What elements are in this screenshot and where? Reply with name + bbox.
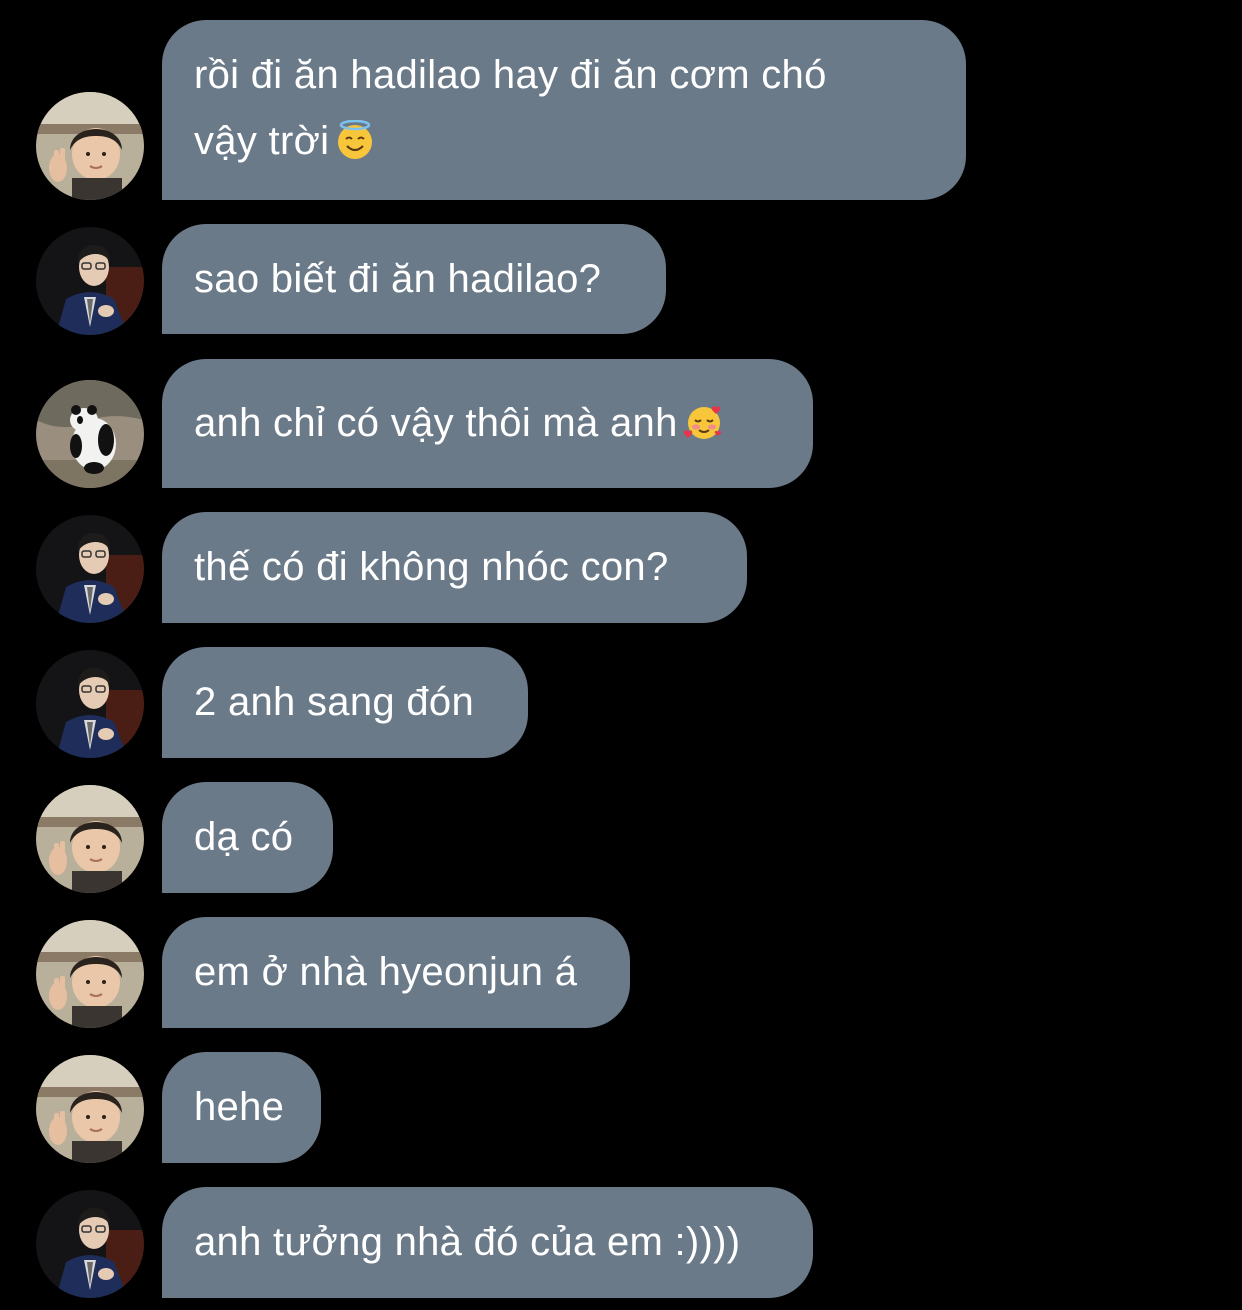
kid-avatar[interactable] [36,785,144,893]
smiling-face-with-hearts-icon [684,402,724,442]
kid-avatar[interactable] [36,1055,144,1163]
message-bubble[interactable]: hehe [162,1052,321,1163]
message-bubble[interactable]: anh chỉ có vậy thôi mà anh [162,359,813,488]
message-bubble[interactable]: thế có đi không nhóc con? [162,512,747,623]
chat-thread: rồi đi ăn hadilao hay đi ăn cơm chó vậy … [0,0,1242,1310]
message-bubble[interactable]: dạ có [162,782,333,893]
suit-avatar[interactable] [36,515,144,623]
message-bubble[interactable]: em ở nhà hyeonjun á [162,917,630,1028]
message-bubble[interactable]: sao biết đi ăn hadilao? [162,224,666,334]
message-text: hehe [194,1085,285,1129]
message-text: anh tưởng nhà đó của em :)))) [194,1220,741,1264]
panda-avatar[interactable] [36,380,144,488]
message-bubble[interactable]: anh tưởng nhà đó của em :)))) [162,1187,813,1298]
suit-avatar[interactable] [36,227,144,335]
message-text: em ở nhà hyeonjun á [194,950,578,994]
message-text: 2 anh sang đón [194,680,475,724]
message-bubble[interactable]: rồi đi ăn hadilao hay đi ăn cơm chó vậy … [162,20,966,200]
message-text: anh chỉ có vậy thôi mà anh [194,401,678,445]
kid-avatar[interactable] [36,920,144,1028]
smiling-face-with-halo-icon [335,120,375,160]
suit-avatar[interactable] [36,650,144,758]
suit-avatar[interactable] [36,1190,144,1298]
message-text: dạ có [194,815,294,859]
message-text: rồi đi ăn hadilao hay đi ăn cơm chó [194,53,827,97]
message-text: sao biết đi ăn hadilao? [194,257,602,301]
message-text: thế có đi không nhóc con? [194,545,669,589]
message-text: vậy trời [194,119,330,163]
kid-avatar[interactable] [36,92,144,200]
message-bubble[interactable]: 2 anh sang đón [162,647,528,758]
